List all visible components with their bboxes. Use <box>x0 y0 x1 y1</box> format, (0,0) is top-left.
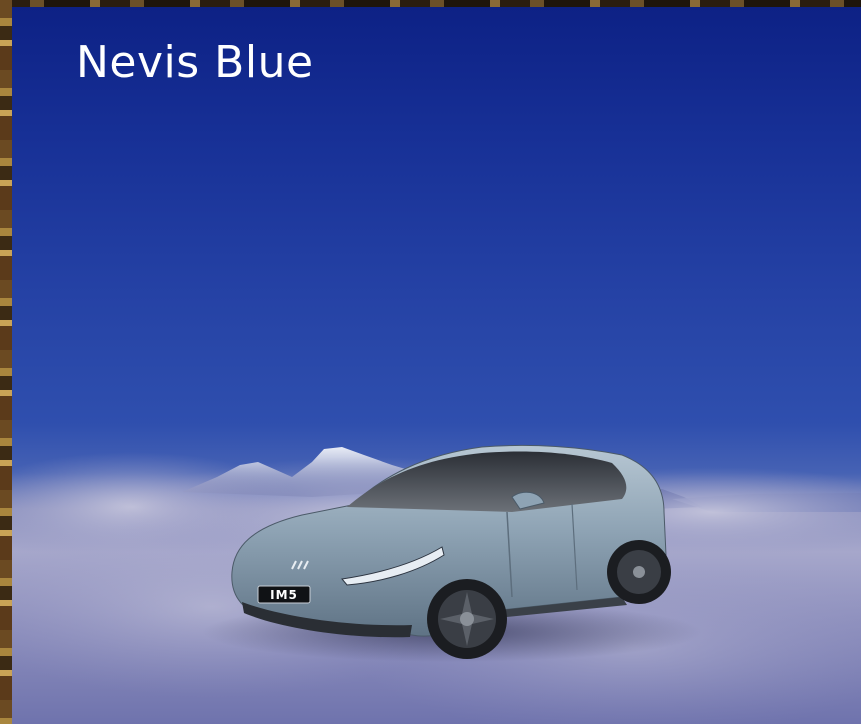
viewer-frame: IM5 Nevis Blue <box>0 0 861 724</box>
background-decor-left <box>0 0 12 724</box>
car-scene: IM5 <box>12 444 861 724</box>
rear-wheel <box>607 540 671 604</box>
badge-text: IM5 <box>270 588 298 602</box>
front-wheel <box>427 579 507 659</box>
color-name-title: Nevis Blue <box>76 37 314 88</box>
background-decor-top <box>0 0 861 7</box>
color-preview-panel: IM5 Nevis Blue <box>12 7 861 724</box>
